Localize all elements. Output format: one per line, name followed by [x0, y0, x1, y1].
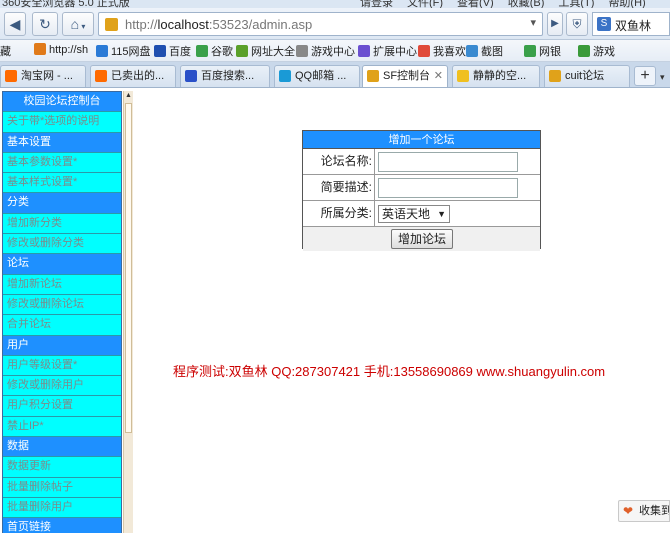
page-content: 校园论坛控制台 关于带*选项的说明 基本设置 基本参数设置* 基本样式设置* 分类 增加新… [0, 89, 670, 533]
window-title: 360安全浏览器 5.0 正式版 [2, 0, 130, 8]
sidebar-section-header: 用户 [3, 335, 121, 356]
sidebar-section-header: 数据 [3, 437, 121, 458]
form-title: 增加一个论坛 [303, 131, 540, 149]
sidebar-section-header: 首页链接 [3, 518, 121, 533]
heart-icon: ❤ [623, 504, 634, 518]
category-label: 所属分类: [303, 201, 375, 226]
bookmark-item[interactable]: 百度 [154, 43, 191, 59]
address-url: http://localhost:53523/admin.asp [125, 17, 313, 32]
sidebar-link[interactable]: 关于带*选项的说明 [3, 112, 121, 133]
admin-sidebar: 校园论坛控制台 关于带*选项的说明 基本设置 基本参数设置* 基本样式设置* 分类 增加新… [2, 91, 122, 533]
menu-item[interactable]: 文件(F) [407, 0, 443, 8]
add-forum-button[interactable]: 增加论坛 [391, 229, 453, 249]
bookmark-item[interactable]: 扩展中心 [358, 43, 417, 59]
address-bar[interactable]: http://localhost:53523/admin.asp ▾ [98, 12, 543, 36]
tab-menu-icon[interactable]: ▾ [660, 72, 665, 83]
sidebar-section-header: 基本设置 [3, 132, 121, 153]
forum-name-row: 论坛名称: [303, 149, 540, 175]
bookmark-item[interactable]: 游戏中心 [296, 43, 355, 59]
bookmark-item[interactable]: 115网盘 [96, 43, 151, 59]
sidebar-link[interactable]: 合并论坛 [3, 315, 121, 336]
sidebar-link[interactable]: 修改或删除用户 [3, 376, 121, 397]
menu-bar: 请登录 文件(F) 查看(V) 收藏(B) 工具(T) 帮助(H) [360, 0, 660, 8]
bookmark-item[interactable]: 截图 [466, 43, 503, 59]
bookmarks-bar: 藏 http://sh 115网盘 百度 谷歌 网址大全 游戏中心 扩展中心 我… [0, 40, 670, 62]
new-tab-button[interactable]: + [634, 66, 656, 86]
refresh-icon[interactable]: ↻ [32, 12, 58, 36]
menu-item[interactable]: 收藏(B) [508, 0, 545, 8]
bookmark-item[interactable]: 谷歌 [196, 43, 233, 59]
sidebar-link[interactable]: 增加新分类 [3, 213, 121, 235]
forum-desc-input[interactable] [378, 178, 518, 198]
forum-name-input[interactable] [378, 152, 518, 172]
forward-arrow-icon[interactable]: ▶ [547, 12, 563, 36]
sidebar-section-header: 分类 [3, 193, 121, 214]
close-icon[interactable]: ✕ [434, 66, 443, 87]
sidebar-link[interactable]: 修改或删除论坛 [3, 294, 121, 316]
window-title-bar: 360安全浏览器 5.0 正式版 请登录 文件(F) 查看(V) 收藏(B) 工具(T)… [0, 0, 670, 8]
credits-text: 程序测试:双鱼林 QQ:287307421 手机:13558690869 www… [173, 364, 606, 379]
tab-baidu[interactable]: 百度搜索... [180, 65, 270, 87]
tab-taobao[interactable]: 淘宝网 - ... [0, 65, 86, 87]
search-input[interactable]: S 双鱼林 [592, 12, 670, 36]
bookmark-item[interactable]: http://sh [34, 43, 88, 56]
sidebar-link[interactable]: 基本参数设置* [3, 152, 121, 174]
tab-cuit-forum[interactable]: cuit论坛 [544, 65, 630, 87]
sidebar-link[interactable]: 批量删除用户 [3, 497, 121, 519]
form-actions: 增加论坛 [303, 227, 540, 251]
sidebar-section-header: 论坛 [3, 254, 121, 275]
tab-quiet-space[interactable]: 静静的空... [452, 65, 540, 87]
shield-icon[interactable]: ⛨ [566, 12, 588, 36]
sidebar-link[interactable]: 用户等级设置* [3, 355, 121, 377]
search-text: 双鱼林 [615, 19, 652, 33]
menu-item[interactable]: 工具(T) [558, 0, 594, 8]
bookmark-item[interactable]: 网址大全 [236, 43, 295, 59]
sidebar-link[interactable]: 禁止IP* [3, 416, 121, 438]
sidebar-link[interactable]: 修改或删除分类 [3, 234, 121, 255]
chevron-down-icon[interactable]: ▾ [530, 16, 536, 29]
menu-item[interactable]: 帮助(H) [608, 0, 645, 8]
bookmark-item[interactable]: 网银 [524, 43, 561, 59]
home-icon[interactable]: ⌂ ▾ [62, 12, 94, 36]
category-row: 所属分类: 英语天地 ▼ [303, 201, 540, 227]
navigation-toolbar: ◀ ↻ ⌂ ▾ http://localhost:53523/admin.asp… [0, 8, 670, 40]
sidebar-link[interactable]: 批量删除帖子 [3, 477, 121, 498]
back-arrow-icon[interactable]: ◀ [4, 12, 26, 36]
bookmark-item[interactable]: 藏 [0, 43, 11, 59]
forum-desc-row: 简要描述: [303, 175, 540, 201]
menu-item[interactable]: 请登录 [360, 0, 393, 8]
site-favicon-icon [105, 18, 118, 31]
favorite-collect-button[interactable]: ❤ 收集到 [618, 500, 670, 522]
forum-desc-label: 简要描述: [303, 175, 375, 200]
sidebar-title: 校园论坛控制台 [3, 92, 121, 113]
tab-qqmail[interactable]: QQ邮箱 ... [274, 65, 360, 87]
sidebar-link[interactable]: 数据更新 [3, 457, 121, 478]
tab-sold[interactable]: 已卖出的... [90, 65, 176, 87]
tab-bar: 淘宝网 - ... 已卖出的... 百度搜索... QQ邮箱 ... SF控制台… [0, 62, 670, 88]
sidebar-link[interactable]: 基本样式设置* [3, 173, 121, 194]
bookmark-item[interactable]: 我喜欢 [418, 43, 466, 59]
sidebar-link[interactable]: 增加新论坛 [3, 274, 121, 295]
search-engine-icon: S [597, 17, 611, 31]
category-select[interactable]: 英语天地 ▼ [378, 205, 450, 223]
bookmark-item[interactable]: 游戏 [578, 43, 615, 59]
chevron-down-icon: ▼ [437, 209, 446, 219]
sidebar-link[interactable]: 用户积分设置 [3, 396, 121, 417]
category-selected-value: 英语天地 [382, 207, 431, 221]
sidebar-scrollbar[interactable]: ▲ [123, 91, 133, 533]
tab-sf-console[interactable]: SF控制台 ✕ [362, 65, 448, 87]
menu-item[interactable]: 查看(V) [457, 0, 494, 8]
add-forum-form: 增加一个论坛 论坛名称: 简要描述: 所属分类: 英语天地 ▼ 增加论坛 [302, 130, 541, 251]
scrollbar-thumb[interactable] [125, 103, 132, 433]
scroll-up-icon[interactable]: ▲ [125, 92, 132, 99]
forum-name-label: 论坛名称: [303, 149, 375, 174]
